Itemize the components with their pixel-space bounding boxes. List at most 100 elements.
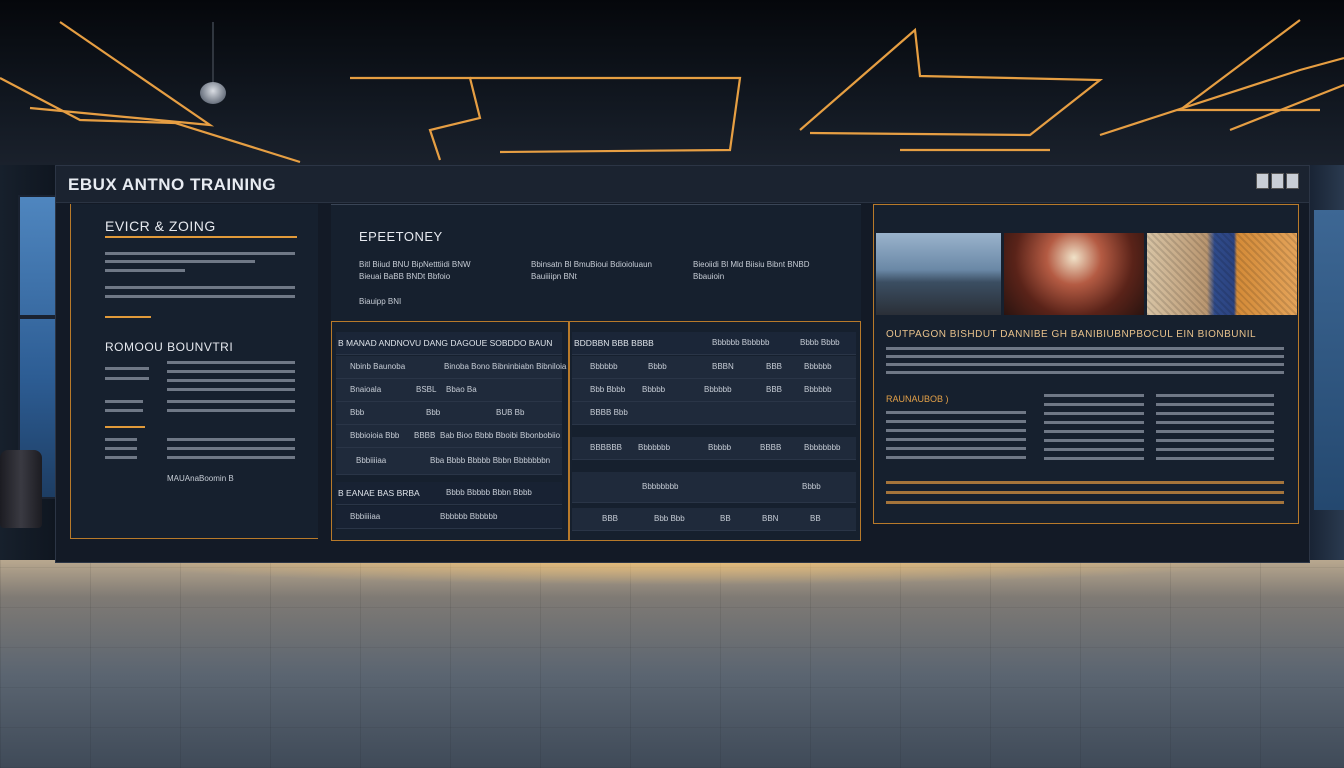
text-line xyxy=(167,370,295,373)
text-line xyxy=(105,269,185,272)
training-board: EBUX ANTNO TRAINING EVICR & ZOING ROMOOU… xyxy=(55,165,1310,563)
table-cell: BBBB xyxy=(760,443,782,452)
right-label: RAUNAUBOB ) xyxy=(886,394,949,404)
top-heading: EPEETONEY xyxy=(359,229,443,244)
short-rule xyxy=(105,426,145,428)
text-line xyxy=(105,409,143,412)
table-cell: BB xyxy=(810,514,821,523)
text-line xyxy=(886,438,1026,441)
bullet-item: Bieoiidi Bl Mld Biisiu Bibnt BNBD xyxy=(693,260,810,269)
table-cell: BBB xyxy=(602,514,619,523)
text-line xyxy=(886,420,1026,423)
text-line xyxy=(1044,430,1144,433)
table-cell: Bbb xyxy=(350,408,365,417)
table-cell: Binoba Bono Bibninbiabn Bibniloia xyxy=(444,362,567,371)
table-row[interactable]: BBBB Bbb xyxy=(572,402,856,425)
text-line xyxy=(1044,439,1144,442)
left-footer: MAUAnaBoomin B xyxy=(167,474,234,483)
bullet-item: Bitl Biiud BNU BipNetttiidi BNW xyxy=(359,260,471,269)
text-line xyxy=(886,355,1284,358)
text-line xyxy=(1156,430,1274,433)
heading-rule xyxy=(105,236,297,238)
top-panel: EPEETONEY Bitl Biiud BNU BipNetttiidi BN… xyxy=(331,204,861,322)
middle-tables-panel: B MANAD ANDNOVU DANG DAGOUE SOBDDO BAUN … xyxy=(331,321,861,541)
table-heading: B MANAD ANDNOVU DANG DAGOUE SOBDDO BAUN xyxy=(338,338,553,348)
table-cell: Bbbbbb xyxy=(804,362,832,371)
table-cell: Bab Bioo Bbbb Bboibi Bbonbobiio xyxy=(440,431,561,440)
table-row[interactable]: Bbb Bbbb Bbbbb Bbbbbb BBB Bbbbbb xyxy=(572,379,856,402)
right-heading: OUTPAGON BISHDUT DANNIBE GH BANIBIUBNPBO… xyxy=(886,329,1257,340)
text-line xyxy=(886,456,1026,459)
table-cell: Bbbiiiiaa xyxy=(356,456,387,465)
interior-photo xyxy=(1004,233,1144,315)
window-icon[interactable] xyxy=(1256,173,1269,189)
left-heading: EVICR & ZOING xyxy=(105,218,216,234)
table-cell: Bbbioioia Bbb xyxy=(350,431,400,440)
bullet-item: Bieuai BaBB BNDt Bbfoio xyxy=(359,272,451,281)
table-cell: Bbbb Bbbbb Bbbn Bbbb xyxy=(446,488,532,497)
highlight-line xyxy=(886,481,1284,484)
board-title: EBUX ANTNO TRAINING xyxy=(68,175,277,194)
table-cell: Bbao Ba xyxy=(446,385,477,394)
text-line xyxy=(886,371,1284,374)
table-cell: BB xyxy=(720,514,731,523)
right-window xyxy=(1314,210,1344,510)
text-line xyxy=(1044,457,1144,460)
sub-table-heading: B EANAE BAS BRBA xyxy=(338,488,420,498)
left-subheading: ROMOOU BOUNVTRI xyxy=(105,340,234,354)
table-row[interactable]: Nbinb Baunoba Binoba Bono Bibninbiabn Bi… xyxy=(336,356,566,379)
bullet-item: Bauiiiipn BNt xyxy=(531,272,577,281)
text-line xyxy=(167,388,295,391)
text-line xyxy=(886,429,1026,432)
table-row[interactable]: BBB Bbb Bbb BB BBN BB xyxy=(572,508,856,531)
window-icon[interactable] xyxy=(1286,173,1299,189)
table-cell: Bbb Bbb xyxy=(654,514,685,523)
table-row[interactable]: Bbbbbbbb Bbbb xyxy=(572,472,856,503)
floor xyxy=(0,560,1344,768)
text-line xyxy=(167,361,295,364)
board-header: EBUX ANTNO TRAINING xyxy=(56,166,1309,203)
text-line xyxy=(1156,457,1274,460)
table-cell: Bbbbbb xyxy=(590,362,618,371)
table-row[interactable]: Bbbiiiiaa Bbbbbb Bbbbbb xyxy=(336,506,562,529)
text-line xyxy=(886,411,1026,414)
table-row[interactable]: Bbb Bbb BUB Bb xyxy=(336,402,562,425)
table-divider xyxy=(568,322,570,540)
table-row[interactable]: Bbbbbb Bbbb BBBN BBB Bbbbbb xyxy=(572,356,856,379)
text-line xyxy=(886,363,1284,366)
text-line xyxy=(167,409,295,412)
table-cell: Bbbbb xyxy=(708,443,732,452)
table-cell: Bbb xyxy=(426,408,441,417)
table-row[interactable]: Bbbiiiiaa Bba Bbbb Bbbbb Bbbn Bbbbbbbn xyxy=(336,448,562,475)
table-cell: BBBB xyxy=(414,431,436,440)
text-line xyxy=(1156,448,1274,451)
ceiling-lamp xyxy=(200,82,226,104)
highlight-line xyxy=(886,491,1284,494)
text-line xyxy=(1044,403,1144,406)
text-line xyxy=(167,379,295,382)
table-row[interactable]: Bnaioala BSBL Bbao Ba xyxy=(336,379,562,402)
table-cell: Bbbiiiiaa xyxy=(350,512,381,521)
table-cell: Bbbbb xyxy=(642,385,666,394)
text-line xyxy=(1044,394,1144,397)
table-row[interactable]: Bbbioioia Bbb BBBB Bab Bioo Bbbb Bboibi … xyxy=(336,425,562,448)
window-icon[interactable] xyxy=(1271,173,1284,189)
text-line xyxy=(1156,421,1274,424)
text-line xyxy=(886,447,1026,450)
table-cell: Bbbbbb Bbbbbb xyxy=(440,512,498,521)
short-rule xyxy=(105,316,151,318)
text-line xyxy=(167,438,295,441)
text-line xyxy=(1156,439,1274,442)
table-cell: Bbbb xyxy=(648,362,667,371)
table-cell: Bbbbbbbb xyxy=(804,443,841,452)
text-line xyxy=(105,295,295,298)
table-cell: Bbbb xyxy=(802,482,821,491)
table-heading: BDDBBN BBB BBBB xyxy=(574,338,654,348)
text-line xyxy=(105,456,137,459)
table-row[interactable]: BBBBBB Bbbbbbb Bbbbb BBBB Bbbbbbbb xyxy=(572,437,856,460)
right-panel: OUTPAGON BISHDUT DANNIBE GH BANIBIUBNPBO… xyxy=(873,204,1299,524)
text-line xyxy=(105,367,149,370)
text-line xyxy=(1044,448,1144,451)
bullet-item: Bbinsatn Bl BmuBioui Bdioioluaun xyxy=(531,260,652,269)
text-line xyxy=(167,456,295,459)
